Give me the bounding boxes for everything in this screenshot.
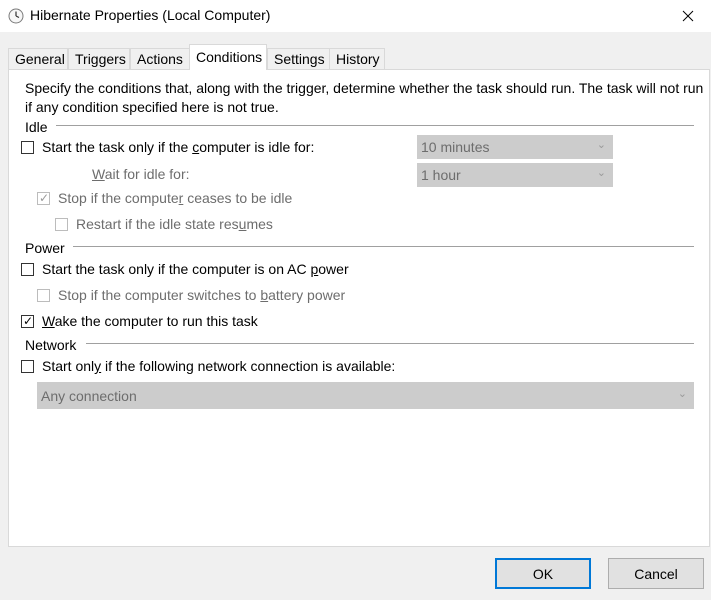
idle-group-label: Idle	[25, 119, 48, 135]
start-if-network-label: Start only if the following network conn…	[42, 358, 396, 374]
cancel-button[interactable]: Cancel	[608, 558, 704, 589]
window-title: Hibernate Properties (Local Computer)	[30, 7, 271, 23]
chevron-down-icon: ⌄	[596, 139, 606, 151]
wait-for-idle-label: Wait for idle for:	[92, 166, 190, 182]
wake-to-run-label: Wake the computer to run this task	[42, 313, 258, 329]
start-on-ac-checkbox[interactable]: Start the task only if the computer is o…	[21, 261, 349, 277]
power-group-label: Power	[25, 240, 65, 256]
idle-duration-select[interactable]: 10 minutes ⌄	[417, 135, 613, 159]
stop-on-battery-checkbox[interactable]: Stop if the computer switches to battery…	[37, 287, 345, 303]
clock-icon	[8, 8, 24, 24]
tab-history[interactable]: History	[329, 48, 385, 69]
stop-if-ceases-checkbox[interactable]: ✓ Stop if the computer ceases to be idle	[37, 190, 292, 206]
tab-settings[interactable]: Settings	[267, 48, 330, 69]
restart-if-resumes-label: Restart if the idle state resumes	[76, 216, 273, 232]
close-button[interactable]	[665, 0, 711, 32]
tab-triggers[interactable]: Triggers	[68, 48, 130, 69]
checkbox-box	[55, 217, 68, 231]
tab-actions[interactable]: Actions	[130, 48, 191, 69]
start-if-idle-label: Start the task only if the computer is i…	[42, 139, 315, 155]
checkbox-box: ✓	[21, 313, 34, 328]
checkbox-box: ✓	[37, 190, 50, 205]
power-group-divider	[73, 246, 694, 247]
stop-if-ceases-label: Stop if the computer ceases to be idle	[58, 190, 293, 206]
network-group-label: Network	[25, 337, 77, 353]
checkmark-icon: ✓	[39, 190, 50, 205]
title-bar: Hibernate Properties (Local Computer)	[0, 0, 711, 32]
network-group-divider	[86, 343, 694, 344]
conditions-description: Specify the conditions that, along with …	[25, 80, 704, 115]
chevron-down-icon: ⌄	[677, 388, 687, 400]
restart-if-resumes-checkbox[interactable]: Restart if the idle state resumes	[55, 216, 273, 232]
start-on-ac-label: Start the task only if the computer is o…	[42, 261, 349, 277]
start-if-idle-checkbox[interactable]: Start the task only if the computer is i…	[21, 139, 314, 155]
checkmark-icon: ✓	[23, 313, 34, 328]
close-icon	[682, 10, 694, 22]
conditions-panel: Specify the conditions that, along with …	[8, 69, 710, 547]
network-connection-select[interactable]: Any connection ⌄	[37, 382, 694, 409]
tab-general[interactable]: General	[8, 48, 68, 69]
tab-conditions[interactable]: Conditions	[189, 44, 267, 70]
idle-duration-value: 10 minutes	[421, 139, 490, 155]
ok-button[interactable]: OK	[495, 558, 591, 589]
network-connection-value: Any connection	[41, 388, 137, 404]
stop-on-battery-label: Stop if the computer switches to battery…	[58, 287, 346, 303]
idle-group-divider	[56, 125, 694, 126]
chevron-down-icon: ⌄	[596, 167, 606, 179]
wake-to-run-checkbox[interactable]: ✓ Wake the computer to run this task	[21, 313, 258, 329]
checkbox-box	[21, 359, 34, 373]
wait-duration-value: 1 hour	[421, 167, 461, 183]
start-if-network-checkbox[interactable]: Start only if the following network conn…	[21, 358, 395, 374]
checkbox-box	[21, 262, 34, 276]
checkbox-box	[37, 288, 50, 302]
wait-duration-select[interactable]: 1 hour ⌄	[417, 163, 613, 187]
checkbox-box	[21, 140, 34, 154]
